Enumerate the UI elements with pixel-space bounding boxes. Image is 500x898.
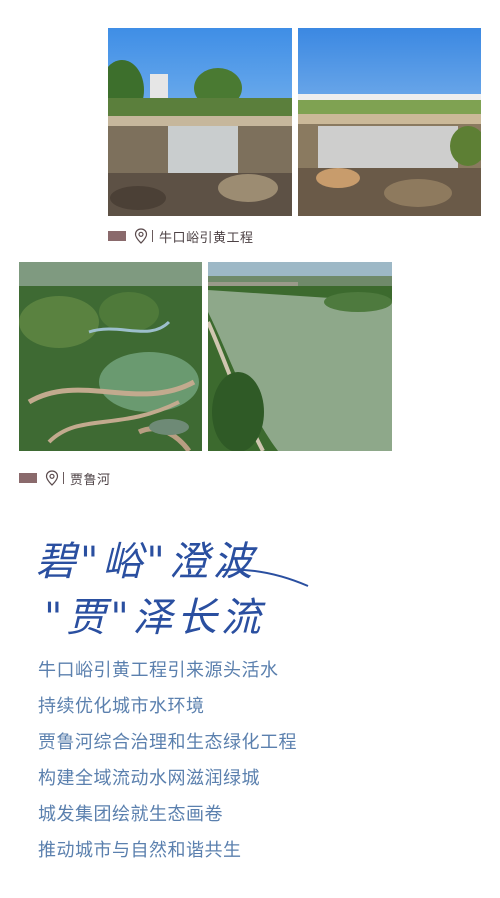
caption-divider (152, 230, 153, 242)
calligraphy-line-2: "贾"泽长流 (44, 595, 265, 641)
wetland-aerial-photo (19, 262, 202, 451)
caption-divider (63, 472, 64, 484)
location-caption-1: 牛口峪引黄工程 (108, 227, 254, 246)
body-line: 推动城市与自然和谐共生 (38, 840, 242, 861)
waterfall-photo-2 (298, 28, 481, 216)
river-aerial-photo (208, 262, 392, 451)
caption-color-swatch (108, 231, 126, 241)
body-line: 构建全域流动水网滋润绿城 (38, 768, 260, 789)
body-line: 城发集团绘就生态画卷 (38, 804, 223, 825)
body-line: 持续优化城市水环境 (38, 696, 205, 717)
location-label: 牛口峪引黄工程 (159, 230, 254, 246)
body-text: 牛口峪引黄工程引来源头活水 持续优化城市水环境 贾鲁河综合治理和生态绿化工程 构… (38, 655, 468, 871)
location-label: 贾鲁河 (70, 472, 111, 488)
location-pin-icon (134, 228, 148, 244)
body-line: 贾鲁河综合治理和生态绿化工程 (38, 732, 297, 753)
waterfall-photo-1 (108, 28, 292, 216)
calligraphy-flourish (221, 568, 309, 587)
location-caption-2: 贾鲁河 (19, 469, 111, 488)
caption-color-swatch (19, 473, 37, 483)
body-line: 牛口峪引黄工程引来源头活水 (38, 660, 279, 681)
location-pin-icon (45, 470, 59, 486)
